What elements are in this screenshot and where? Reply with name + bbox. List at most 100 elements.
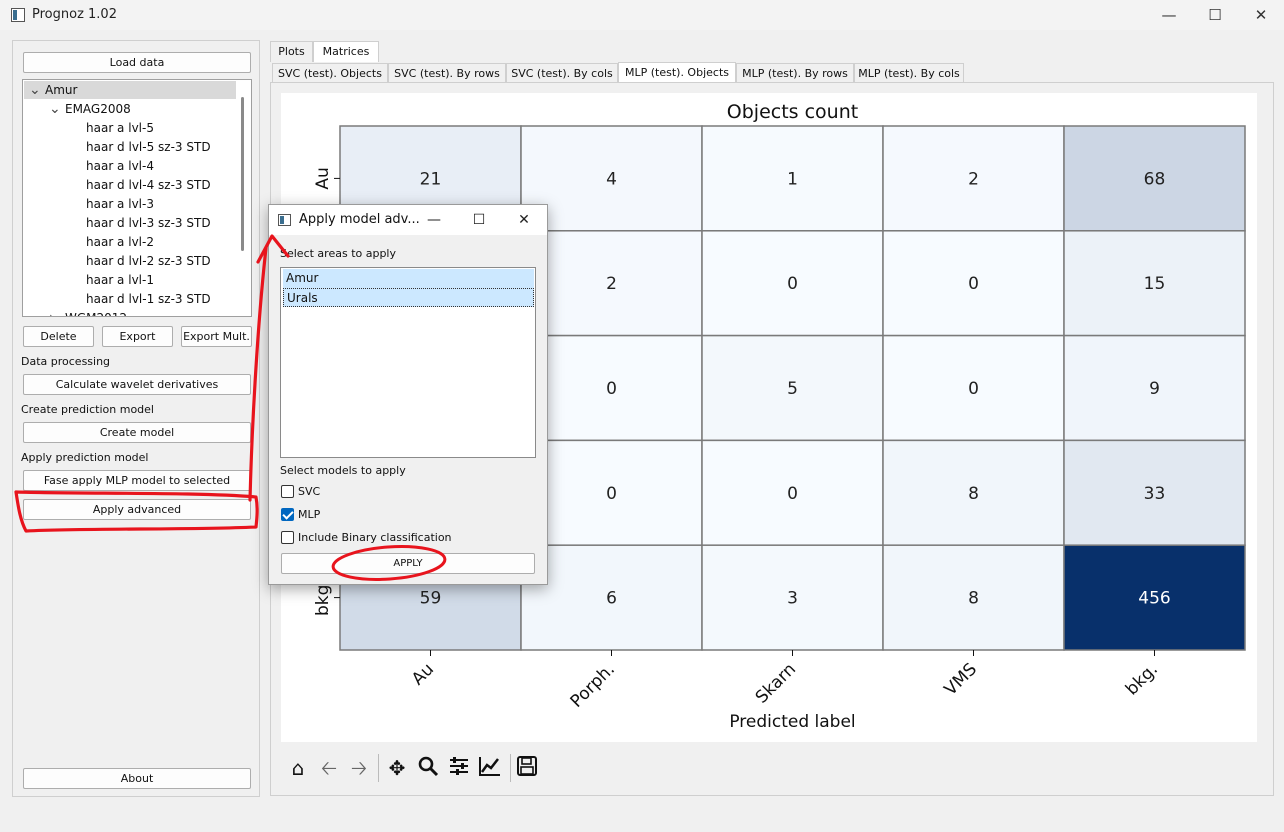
export-mult-button[interactable]: Export Mult. bbox=[181, 326, 252, 347]
cell-value-label: 0 bbox=[606, 484, 617, 504]
tab-svc-objects[interactable]: SVC (test). Objects bbox=[272, 63, 388, 84]
cell-value-label: 8 bbox=[968, 484, 979, 504]
x-tick-label: Skarn bbox=[752, 659, 800, 707]
tree-item[interactable]: haar d lvl-4 sz-3 STD bbox=[86, 176, 211, 195]
dialog-minimize-button[interactable]: — bbox=[414, 205, 454, 235]
cell-value-label: 6 bbox=[606, 589, 617, 609]
select-models-label: Select models to apply bbox=[280, 464, 406, 477]
load-data-button[interactable]: Load data bbox=[23, 52, 251, 73]
tab-mlp-objects[interactable]: MLP (test). Objects bbox=[618, 62, 736, 84]
cell-value-label: 0 bbox=[787, 484, 798, 504]
cell-value-label: 2 bbox=[606, 274, 617, 294]
tree-item[interactable]: haar a lvl-5 bbox=[86, 119, 154, 138]
window-titlebar: Prognoz 1.02 — ☐ ✕ bbox=[0, 0, 1284, 30]
dialog-title: Apply model adv... bbox=[299, 212, 420, 227]
tree-item[interactable]: Amur bbox=[45, 81, 77, 100]
x-tick-label: VMS bbox=[941, 659, 981, 699]
areas-list[interactable]: Amur Urals bbox=[280, 267, 536, 458]
x-tick-label: Porph. bbox=[567, 659, 619, 711]
tree-item[interactable]: WGM2012 bbox=[65, 309, 127, 316]
app-icon bbox=[11, 8, 25, 22]
tree-item[interactable]: haar d lvl-3 sz-3 STD bbox=[86, 214, 211, 233]
tree-expand-chevron-down-icon[interactable]: ⌄ bbox=[29, 83, 41, 97]
binary-classification-checkbox[interactable] bbox=[281, 531, 294, 544]
select-areas-label: Select areas to apply bbox=[280, 247, 396, 260]
tree-item[interactable]: EMAG2008 bbox=[65, 100, 131, 119]
tree-item[interactable]: haar d lvl-5 sz-3 STD bbox=[86, 138, 211, 157]
pan-icon[interactable]: ✥ bbox=[384, 755, 410, 781]
dialog-maximize-button[interactable]: ☐ bbox=[459, 205, 499, 235]
chart-title: Objects count bbox=[727, 101, 858, 123]
create-model-button[interactable]: Create model bbox=[23, 422, 251, 443]
binary-classification-label: Include Binary classification bbox=[298, 531, 452, 544]
x-tick-label: bkg. bbox=[1122, 659, 1162, 699]
cell-value-label: 5 bbox=[787, 379, 798, 399]
svc-checkbox-label: SVC bbox=[298, 485, 321, 498]
axes-icon[interactable] bbox=[477, 755, 503, 781]
y-tick-label: Au bbox=[313, 167, 333, 189]
cell-value-label: 8 bbox=[968, 589, 979, 609]
tree-expand-chevron-right-icon[interactable]: › bbox=[49, 311, 55, 316]
minimize-button[interactable]: — bbox=[1146, 0, 1192, 30]
mlp-checkbox-label: MLP bbox=[298, 508, 321, 521]
mlp-checkbox[interactable] bbox=[281, 508, 294, 521]
back-icon[interactable]: 🡠 bbox=[316, 755, 342, 781]
close-button[interactable]: ✕ bbox=[1238, 0, 1284, 30]
cell-value-label: 59 bbox=[420, 589, 442, 609]
window-title: Prognoz 1.02 bbox=[32, 7, 117, 22]
tab-matrices[interactable]: Matrices bbox=[313, 41, 379, 62]
tab-svc-by-cols[interactable]: SVC (test). By cols bbox=[506, 63, 618, 84]
cell-value-label: 3 bbox=[787, 589, 798, 609]
zoom-icon[interactable] bbox=[415, 755, 441, 781]
cell-value-label: 9 bbox=[1149, 379, 1160, 399]
apply-model-label: Apply prediction model bbox=[21, 451, 149, 464]
tree-item[interactable]: haar a lvl-1 bbox=[86, 271, 154, 290]
about-button[interactable]: About bbox=[23, 768, 251, 789]
cell-value-label: 456 bbox=[1138, 589, 1170, 609]
tab-mlp-by-cols[interactable]: MLP (test). By cols bbox=[854, 63, 964, 84]
fase-apply-mlp-button[interactable]: Fase apply MLP model to selected bbox=[23, 470, 251, 491]
forward-icon[interactable]: 🡢 bbox=[346, 755, 372, 781]
tree-expand-chevron-down-icon[interactable]: ⌄ bbox=[49, 102, 61, 116]
area-item[interactable]: Urals bbox=[283, 288, 534, 307]
tree-item[interactable]: haar a lvl-3 bbox=[86, 195, 154, 214]
configure-subplots-icon[interactable] bbox=[446, 755, 472, 781]
calculate-wavelet-button[interactable]: Calculate wavelet derivatives bbox=[23, 374, 251, 395]
cell-value-label: 1 bbox=[787, 169, 798, 189]
toolbar-separator bbox=[378, 754, 379, 782]
tree-item[interactable]: haar a lvl-2 bbox=[86, 233, 154, 252]
export-button[interactable]: Export bbox=[102, 326, 173, 347]
tree-item[interactable]: haar a lvl-4 bbox=[86, 157, 154, 176]
x-axis-label: Predicted label bbox=[729, 712, 855, 732]
tab-plots[interactable]: Plots bbox=[270, 41, 313, 62]
data-tree[interactable]: ⌄ Amur ⌄ EMAG2008 haar a lvl-5 haar d lvl-5 s… bbox=[22, 79, 252, 317]
tree-scrollbar[interactable] bbox=[241, 97, 244, 251]
apply-advanced-button[interactable]: Apply advanced bbox=[23, 499, 251, 520]
cell-value-label: 2 bbox=[968, 169, 979, 189]
cell-value-label: 4 bbox=[606, 169, 617, 189]
cell-value-label: 0 bbox=[968, 379, 979, 399]
tree-item[interactable]: haar d lvl-1 sz-3 STD bbox=[86, 290, 211, 309]
cell-value-label: 15 bbox=[1144, 274, 1166, 294]
apply-button[interactable]: APPLY bbox=[281, 553, 535, 574]
cell-value-label: 0 bbox=[787, 274, 798, 294]
save-icon[interactable] bbox=[514, 755, 540, 781]
cell-value-label: 68 bbox=[1144, 169, 1166, 189]
dialog-titlebar: Apply model adv... — ☐ ✕ bbox=[269, 205, 547, 235]
tree-item[interactable]: haar d lvl-2 sz-3 STD bbox=[86, 252, 211, 271]
tab-mlp-by-rows[interactable]: MLP (test). By rows bbox=[736, 63, 854, 84]
dialog-app-icon bbox=[278, 214, 291, 226]
maximize-button[interactable]: ☐ bbox=[1192, 0, 1238, 30]
apply-model-dialog: Apply model adv... — ☐ ✕ Select areas to… bbox=[268, 204, 548, 585]
toolbar-separator bbox=[510, 754, 511, 782]
area-item[interactable]: Amur bbox=[283, 269, 534, 288]
data-processing-label: Data processing bbox=[21, 355, 111, 368]
home-icon[interactable]: ⌂ bbox=[285, 755, 311, 781]
cell-value-label: 0 bbox=[968, 274, 979, 294]
cell-value-label: 21 bbox=[420, 169, 442, 189]
tab-svc-by-rows[interactable]: SVC (test). By rows bbox=[388, 63, 506, 84]
delete-button[interactable]: Delete bbox=[23, 326, 94, 347]
dialog-close-button[interactable]: ✕ bbox=[504, 205, 544, 235]
svc-checkbox[interactable] bbox=[281, 485, 294, 498]
create-model-label: Create prediction model bbox=[21, 403, 154, 416]
